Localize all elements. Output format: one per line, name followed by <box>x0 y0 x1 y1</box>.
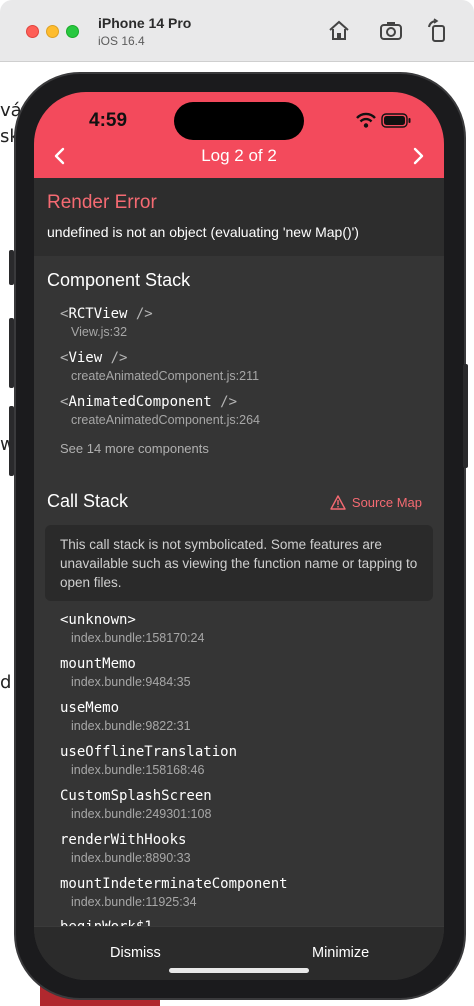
component-stack-file: createAnimatedComponent.js:211 <box>71 369 260 383</box>
call-stack-file: index.bundle:9484:35 <box>71 675 191 689</box>
source-map-button[interactable]: Source Map <box>330 495 422 510</box>
rotate-icon[interactable] <box>424 18 450 44</box>
warning-icon <box>330 495 346 510</box>
home-indicator[interactable] <box>169 968 309 973</box>
source-map-label: Source Map <box>351 495 422 510</box>
status-icons <box>356 112 412 135</box>
call-stack-file: index.bundle:158168:46 <box>71 763 205 777</box>
call-stack-file: index.bundle:9822:31 <box>71 719 191 733</box>
background-text: d <box>0 672 12 693</box>
call-stack-frame[interactable]: CustomSplashScreen <box>60 788 212 804</box>
log-title: Log 2 of 2 <box>201 146 277 165</box>
next-log-button[interactable] <box>406 144 430 168</box>
status-time: 4:59 <box>89 110 128 131</box>
call-stack-frame[interactable]: <unknown> <box>60 612 136 628</box>
component-stack-item[interactable]: <AnimatedComponent /> <box>60 394 237 410</box>
error-summary: Render Error undefined is not an object … <box>34 178 444 256</box>
battery-icon <box>381 113 411 128</box>
call-stack-frame[interactable]: mountMemo <box>60 656 136 672</box>
symbolication-notice: This call stack is not symbolicated. Som… <box>45 525 433 601</box>
device-name: iPhone 14 Pro <box>98 15 192 31</box>
call-stack-frame[interactable]: useMemo <box>60 700 119 716</box>
dynamic-island <box>174 102 304 140</box>
log-header: 4:59 Log 2 of 2 <box>34 92 444 178</box>
home-icon[interactable] <box>326 18 352 44</box>
power-button <box>463 364 468 468</box>
call-stack-file: index.bundle:249301:108 <box>71 807 212 821</box>
component-stack-file: createAnimatedComponent.js:264 <box>71 413 261 427</box>
close-window-button[interactable] <box>26 25 39 38</box>
chevron-right-icon <box>413 147 424 165</box>
call-stack-file: index.bundle:158170:24 <box>71 631 205 645</box>
call-stack-frame[interactable]: mountIndeterminateComponent <box>60 876 288 892</box>
app-screen: 4:59 Log 2 of 2 Render Error undefined i… <box>34 92 444 980</box>
component-stack-title: Component Stack <box>47 270 191 290</box>
os-version: iOS 16.4 <box>98 34 145 48</box>
volume-up-button <box>9 318 14 388</box>
component-stack-item[interactable]: <View /> <box>60 350 127 366</box>
component-stack-item[interactable]: <RCTView /> <box>60 306 153 322</box>
error-message: undefined is not an object (evaluating '… <box>47 224 359 240</box>
simulator-title-bar: iPhone 14 Pro iOS 16.4 <box>0 0 474 62</box>
error-title: Render Error <box>47 192 157 213</box>
call-stack-frame[interactable]: renderWithHooks <box>60 832 186 848</box>
dismiss-button[interactable]: Dismiss <box>110 945 161 961</box>
mute-switch <box>9 250 14 285</box>
component-stack-file: View.js:32 <box>71 325 128 339</box>
call-stack-frame[interactable]: useOfflineTranslation <box>60 744 237 760</box>
minimize-button[interactable]: Minimize <box>312 945 369 961</box>
see-more-components-link[interactable]: See 14 more components <box>60 441 209 456</box>
volume-down-button <box>9 406 14 476</box>
zoom-window-button[interactable] <box>66 25 79 38</box>
call-stack-title: Call Stack <box>47 491 129 511</box>
screenshot-icon[interactable] <box>378 18 404 44</box>
call-stack-file: index.bundle:11925:34 <box>71 895 197 909</box>
minimize-window-button[interactable] <box>46 25 59 38</box>
call-stack-file: index.bundle:8890:33 <box>71 851 191 865</box>
wifi-icon <box>356 112 376 128</box>
